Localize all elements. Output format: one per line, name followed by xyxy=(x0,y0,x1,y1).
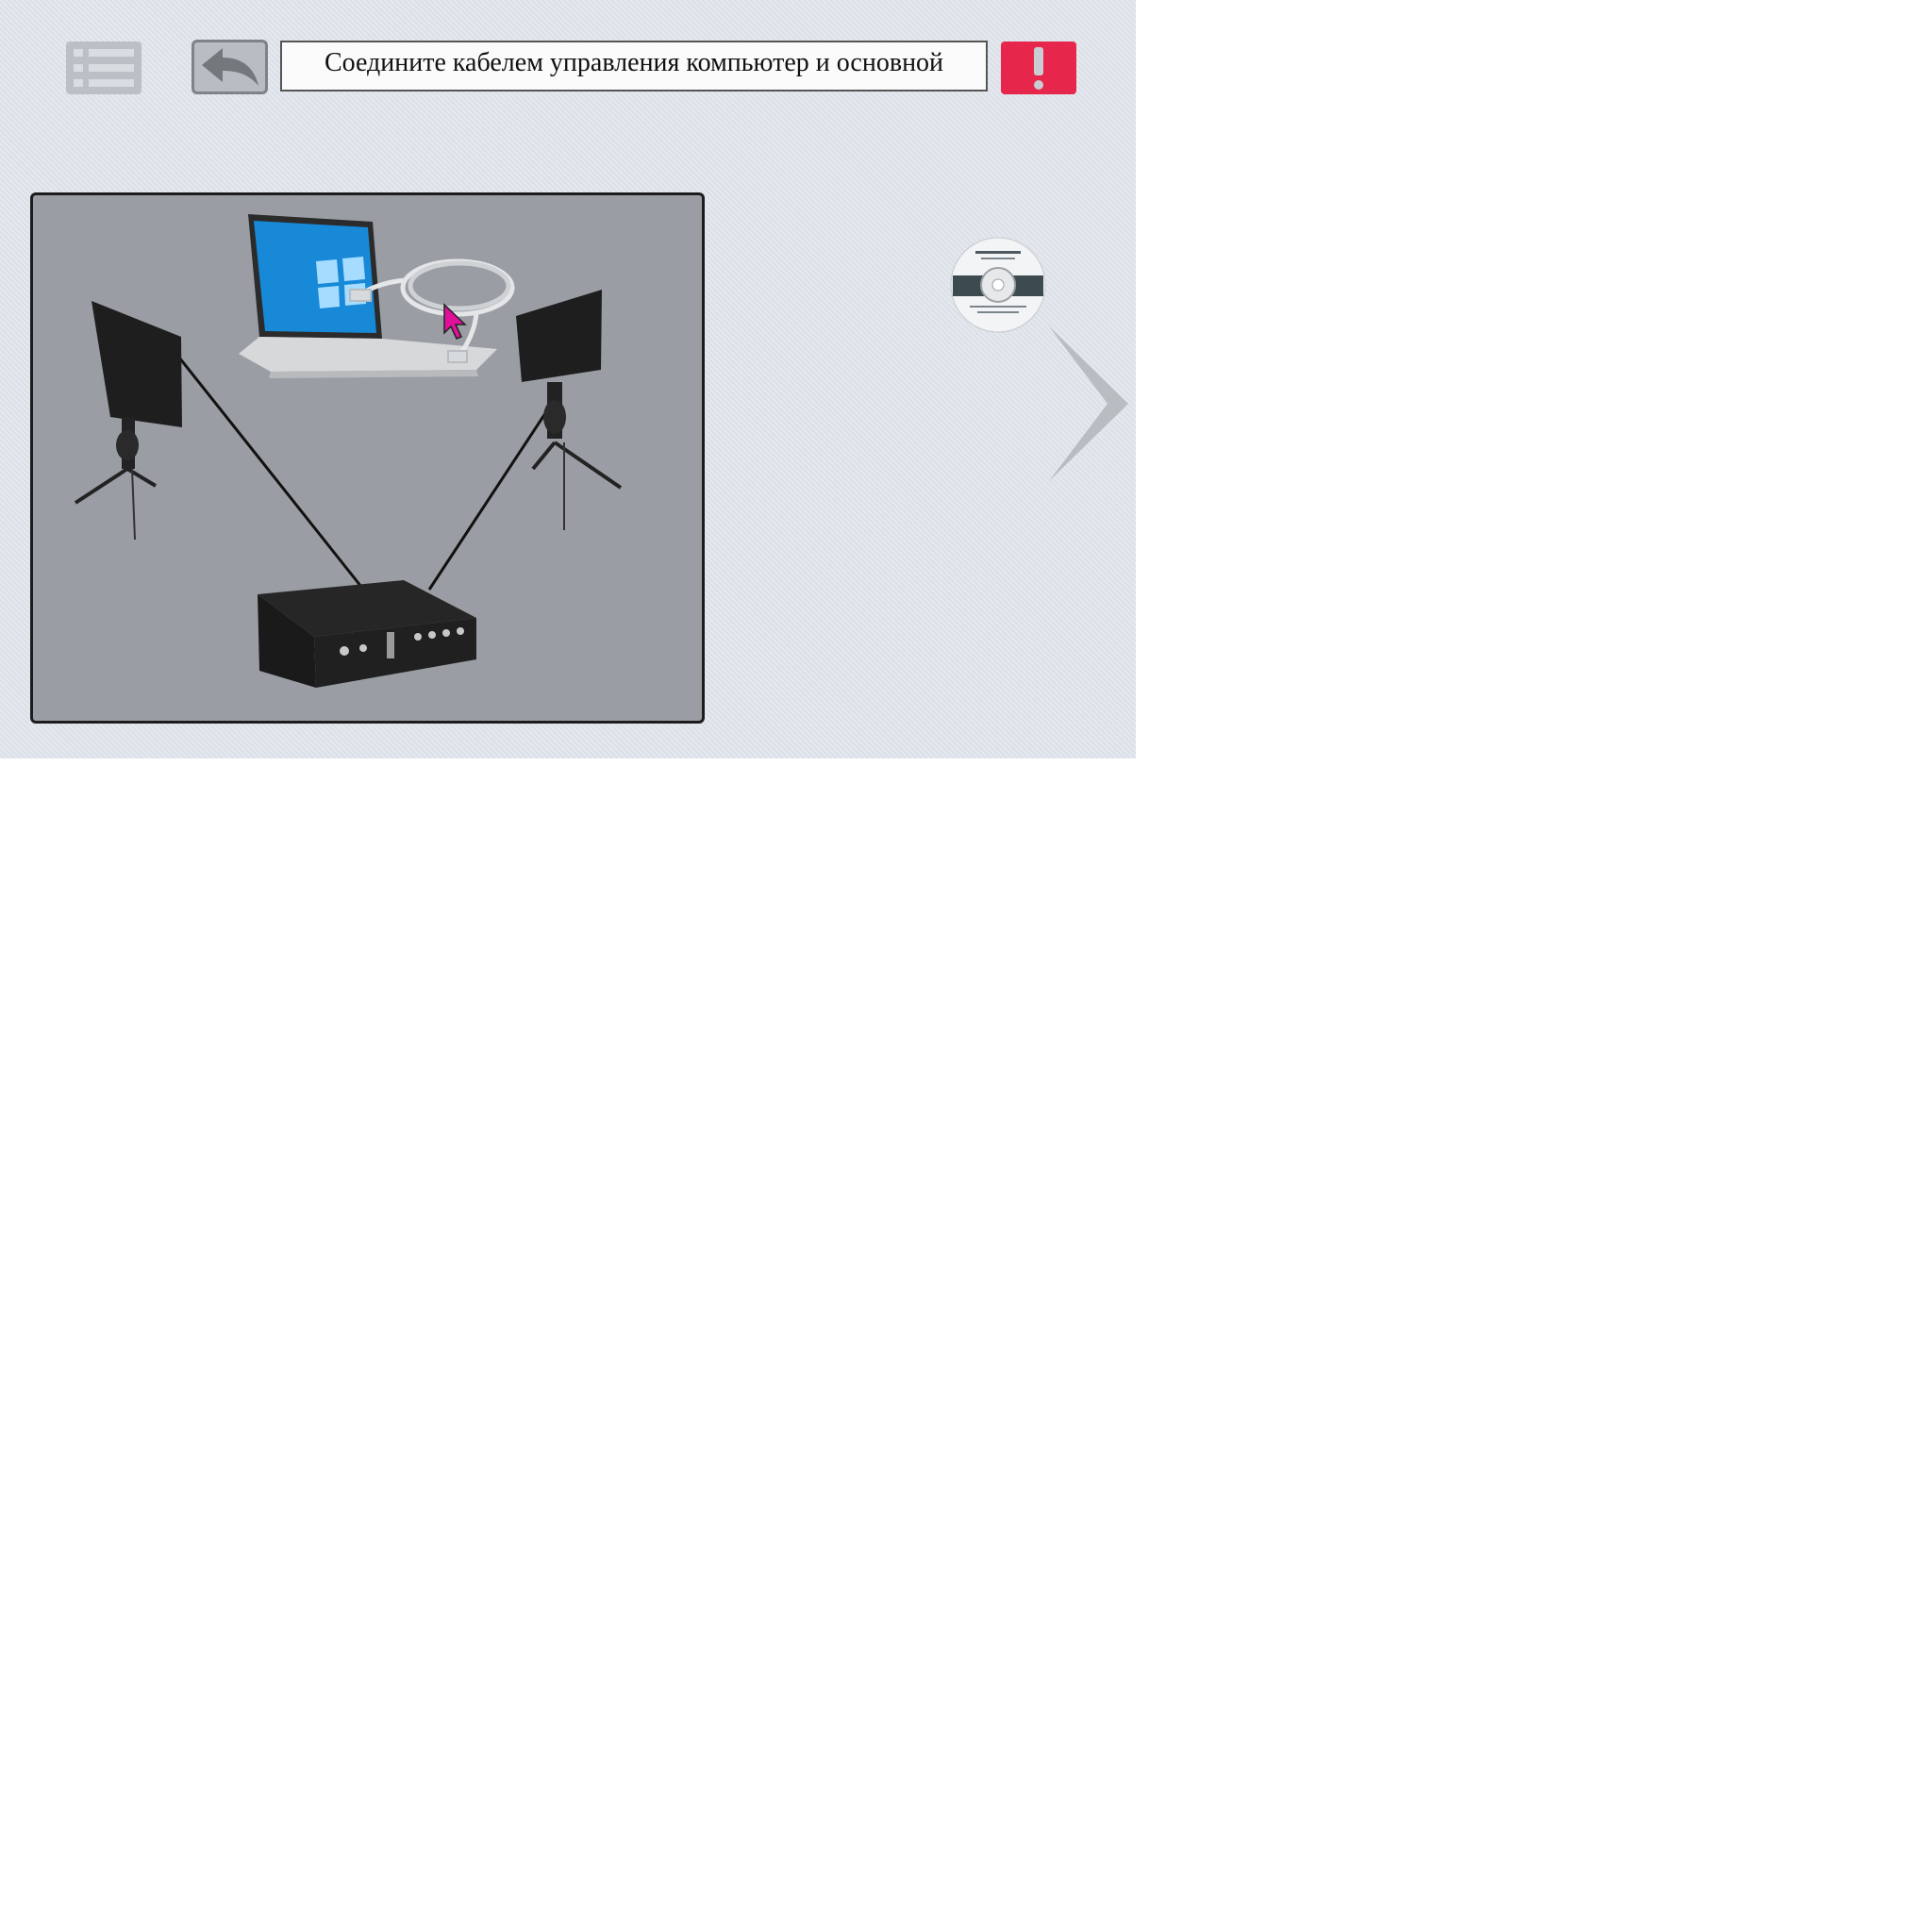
cable-left xyxy=(177,357,363,588)
cable-right xyxy=(427,395,558,591)
equipment-scene xyxy=(30,192,705,724)
back-button[interactable] xyxy=(192,40,268,94)
equipment-illustration xyxy=(74,214,623,688)
antenna-right xyxy=(516,290,623,530)
list-icon xyxy=(74,49,134,87)
app-window: Соедините кабелем управления компьютер и… xyxy=(0,0,1136,758)
undo-arrow-icon xyxy=(202,48,258,86)
menu-button[interactable] xyxy=(66,42,142,94)
antenna-left xyxy=(74,301,182,541)
software-disc-icon xyxy=(950,237,1046,333)
base-unit xyxy=(258,580,476,688)
chevron-right-icon xyxy=(1049,326,1128,481)
next-button[interactable] xyxy=(1049,326,1128,481)
exclamation-icon xyxy=(1034,47,1043,90)
alert-button[interactable] xyxy=(1001,42,1076,94)
software-disc-button[interactable] xyxy=(949,236,1047,334)
instruction-text: Соедините кабелем управления компьютер и… xyxy=(280,41,988,92)
